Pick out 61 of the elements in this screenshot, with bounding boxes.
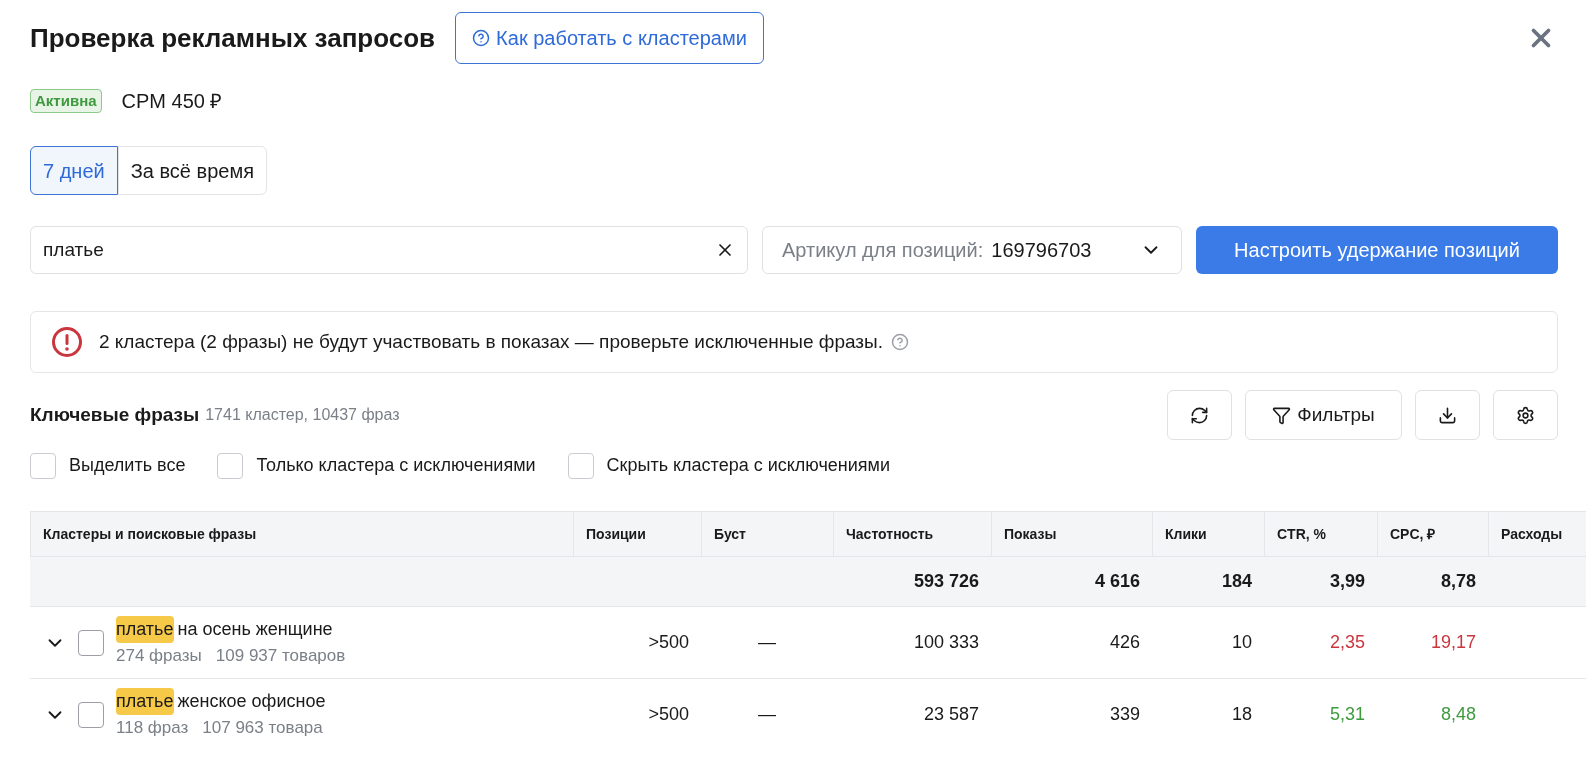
exclamation-icon bbox=[51, 326, 83, 358]
row-checkbox[interactable] bbox=[78, 701, 104, 728]
settings-button[interactable] bbox=[1493, 390, 1558, 440]
search-input[interactable]: платье bbox=[43, 235, 715, 265]
checkbox[interactable] bbox=[30, 452, 56, 479]
checkbox-label: Только кластера с исключениями bbox=[256, 454, 536, 477]
table-cell-text: >500 bbox=[648, 631, 689, 654]
question-icon bbox=[472, 29, 491, 47]
settings-icon bbox=[1516, 405, 1535, 425]
dialog-title: Проверка рекламных запросов bbox=[30, 21, 436, 55]
highlighted-word: платье bbox=[116, 688, 174, 716]
phrase-text: на осень женщине bbox=[177, 618, 333, 642]
article-value: 169796703 bbox=[991, 238, 1092, 263]
checkbox-label: Выделить все bbox=[69, 454, 186, 477]
download-button[interactable] bbox=[1415, 390, 1480, 440]
phrases-count: 118 фраз bbox=[116, 717, 189, 740]
row-checkbox[interactable] bbox=[78, 629, 104, 656]
checkbox-label: Скрыть кластера с исключениями bbox=[606, 454, 890, 477]
total-cell-text: 8,78 bbox=[1440, 570, 1476, 593]
table-cell-text: — bbox=[758, 703, 776, 726]
section-title: Ключевые фразы bbox=[30, 402, 200, 427]
search-field[interactable]: платье bbox=[30, 226, 748, 274]
cpm-label: CPM 450 ₽ bbox=[121, 89, 223, 114]
question-icon[interactable] bbox=[891, 333, 909, 351]
refresh-button[interactable] bbox=[1167, 390, 1232, 440]
article-dropdown[interactable]: Артикул для позиций: 169796703 bbox=[762, 226, 1182, 274]
hold-positions-button[interactable]: Настроить удержание позиций bbox=[1196, 226, 1558, 274]
table-cell-text: 2,35 bbox=[1329, 631, 1365, 654]
checkbox[interactable] bbox=[567, 452, 594, 479]
help-button[interactable]: Как работать с кластерами bbox=[455, 12, 764, 64]
highlighted-word: платье bbox=[116, 616, 174, 644]
table-cell-text: 339 bbox=[1109, 703, 1140, 726]
table-cell-text: 10 bbox=[1231, 631, 1252, 654]
period-tab[interactable]: За всё время bbox=[117, 146, 267, 195]
table-cell-text: 100 333 bbox=[913, 631, 979, 654]
goods-count: 107 963 товара bbox=[202, 717, 323, 740]
total-cell-text: 593 726 bbox=[913, 570, 979, 593]
table-cell-text: — bbox=[758, 631, 776, 654]
total-cell-text: 4 616 bbox=[1094, 570, 1140, 593]
phrases-count: 274 фразы bbox=[116, 645, 202, 668]
table-cell-text: 426 bbox=[1109, 631, 1140, 654]
period-tab[interactable]: 7 дней bbox=[30, 146, 118, 195]
article-label: Артикул для позиций: bbox=[782, 238, 984, 263]
section-count: 1741 кластер, 10437 фраз bbox=[205, 405, 400, 425]
filters-button[interactable]: Фильтры bbox=[1245, 390, 1402, 440]
table-cell-text: 8,48 bbox=[1440, 703, 1476, 726]
table-cell-text: >500 bbox=[648, 703, 689, 726]
table-cell-text: 23 587 bbox=[923, 703, 979, 726]
warning-text: 2 кластера (2 фразы) не будут участвовать в показах — проверьте исключенные фразы. bbox=[99, 329, 883, 354]
goods-count: 109 937 товаров bbox=[215, 645, 346, 668]
refresh-icon bbox=[1190, 405, 1209, 425]
status-badge: Активна bbox=[30, 88, 102, 114]
checkbox[interactable] bbox=[217, 452, 244, 479]
table-cell-text: 18 bbox=[1231, 703, 1252, 726]
table-cell-text: 19,17 bbox=[1430, 631, 1476, 654]
phrase-text: женское офисное bbox=[177, 690, 326, 714]
total-cell-text: 3,99 bbox=[1329, 570, 1365, 593]
total-cell-text: 184 bbox=[1221, 570, 1252, 593]
funnel-icon bbox=[1272, 405, 1292, 425]
table-cell-text: 5,31 bbox=[1329, 703, 1365, 726]
download-icon bbox=[1438, 405, 1457, 425]
